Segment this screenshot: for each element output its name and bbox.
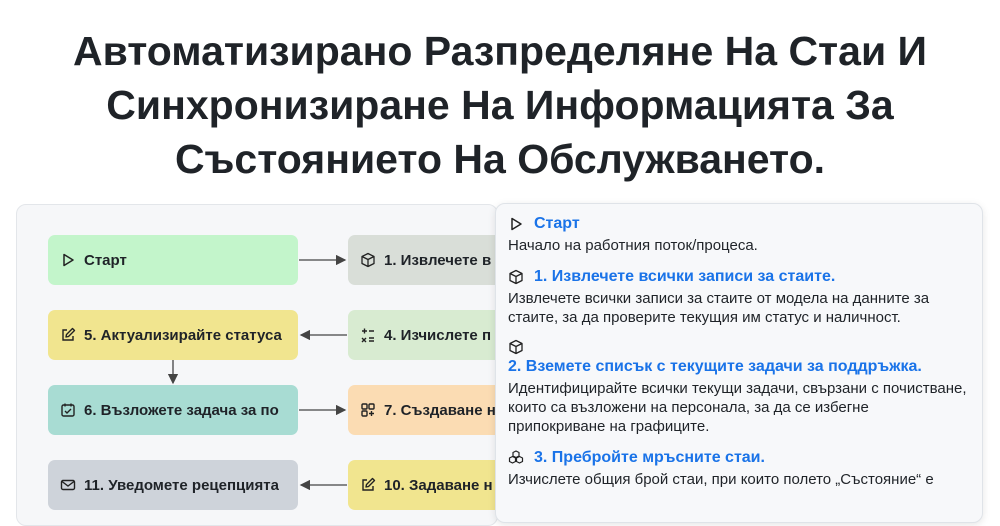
node-start[interactable]: Старт	[48, 235, 298, 285]
step-3: 3. Пребройте мръсните стаи. Изчислете об…	[508, 448, 968, 489]
node-11[interactable]: 11. Уведомете рецепцията	[48, 460, 298, 510]
node-label: 10. Задаване н	[384, 476, 493, 494]
step-start: Старт Начало на работния поток/процеса.	[508, 214, 968, 255]
diagram-canvas[interactable]: Старт 1. Извлечете в 5. Актуализирайте с…	[16, 204, 498, 526]
grid-plus-icon	[360, 402, 376, 418]
cube-icon	[360, 252, 376, 268]
mail-icon	[60, 477, 76, 493]
node-label: 6. Възложете задача за по	[84, 401, 279, 419]
play-icon	[60, 252, 76, 268]
play-icon	[508, 216, 524, 232]
node-1[interactable]: 1. Извлечете в	[348, 235, 497, 285]
step-title[interactable]: 3. Пребройте мръсните стаи.	[534, 448, 765, 468]
cube-icon	[508, 339, 524, 355]
step-title[interactable]: Старт	[534, 214, 580, 234]
node-10[interactable]: 10. Задаване н	[348, 460, 497, 510]
details-panel[interactable]: Старт Начало на работния поток/процеса. …	[495, 203, 983, 523]
node-label: 1. Извлечете в	[384, 251, 492, 269]
step-title[interactable]: 2. Вземете списък с текущите задачи за п…	[508, 357, 968, 377]
node-6[interactable]: 6. Възложете задача за по	[48, 385, 298, 435]
calendar-check-icon	[60, 402, 76, 418]
page-title: Автоматизирано Разпределяне На Стаи И Си…	[72, 28, 928, 182]
node-7[interactable]: 7. Създаване н	[348, 385, 497, 435]
step-description: Изчислете общия брой стаи, при които пол…	[508, 471, 934, 488]
node-label: 4. Изчислете п	[384, 326, 492, 344]
step-description: Идентифицирайте всички текущи задачи, св…	[508, 380, 967, 435]
edit-icon	[360, 477, 376, 493]
node-5[interactable]: 5. Актуализирайте статуса	[48, 310, 298, 360]
cubes-icon	[508, 450, 524, 466]
step-2: 2. Вземете списък с текущите задачи за п…	[508, 339, 968, 436]
node-label: 5. Актуализирайте статуса	[84, 326, 282, 344]
step-description: Извлечете всички записи за стаите от мод…	[508, 290, 930, 326]
node-label: Старт	[84, 251, 127, 269]
node-label: 11. Уведомете рецепцията	[84, 476, 279, 494]
edit-icon	[60, 327, 76, 343]
node-4[interactable]: 4. Изчислете п	[348, 310, 497, 360]
step-description: Начало на работния поток/процеса.	[508, 237, 758, 254]
node-label: 7. Създаване н	[384, 401, 496, 419]
step-1: 1. Извлечете всички записи за стаите. Из…	[508, 267, 968, 327]
calculator-icon	[360, 327, 376, 343]
cube-icon	[508, 269, 524, 285]
step-title[interactable]: 1. Извлечете всички записи за стаите.	[534, 267, 835, 287]
